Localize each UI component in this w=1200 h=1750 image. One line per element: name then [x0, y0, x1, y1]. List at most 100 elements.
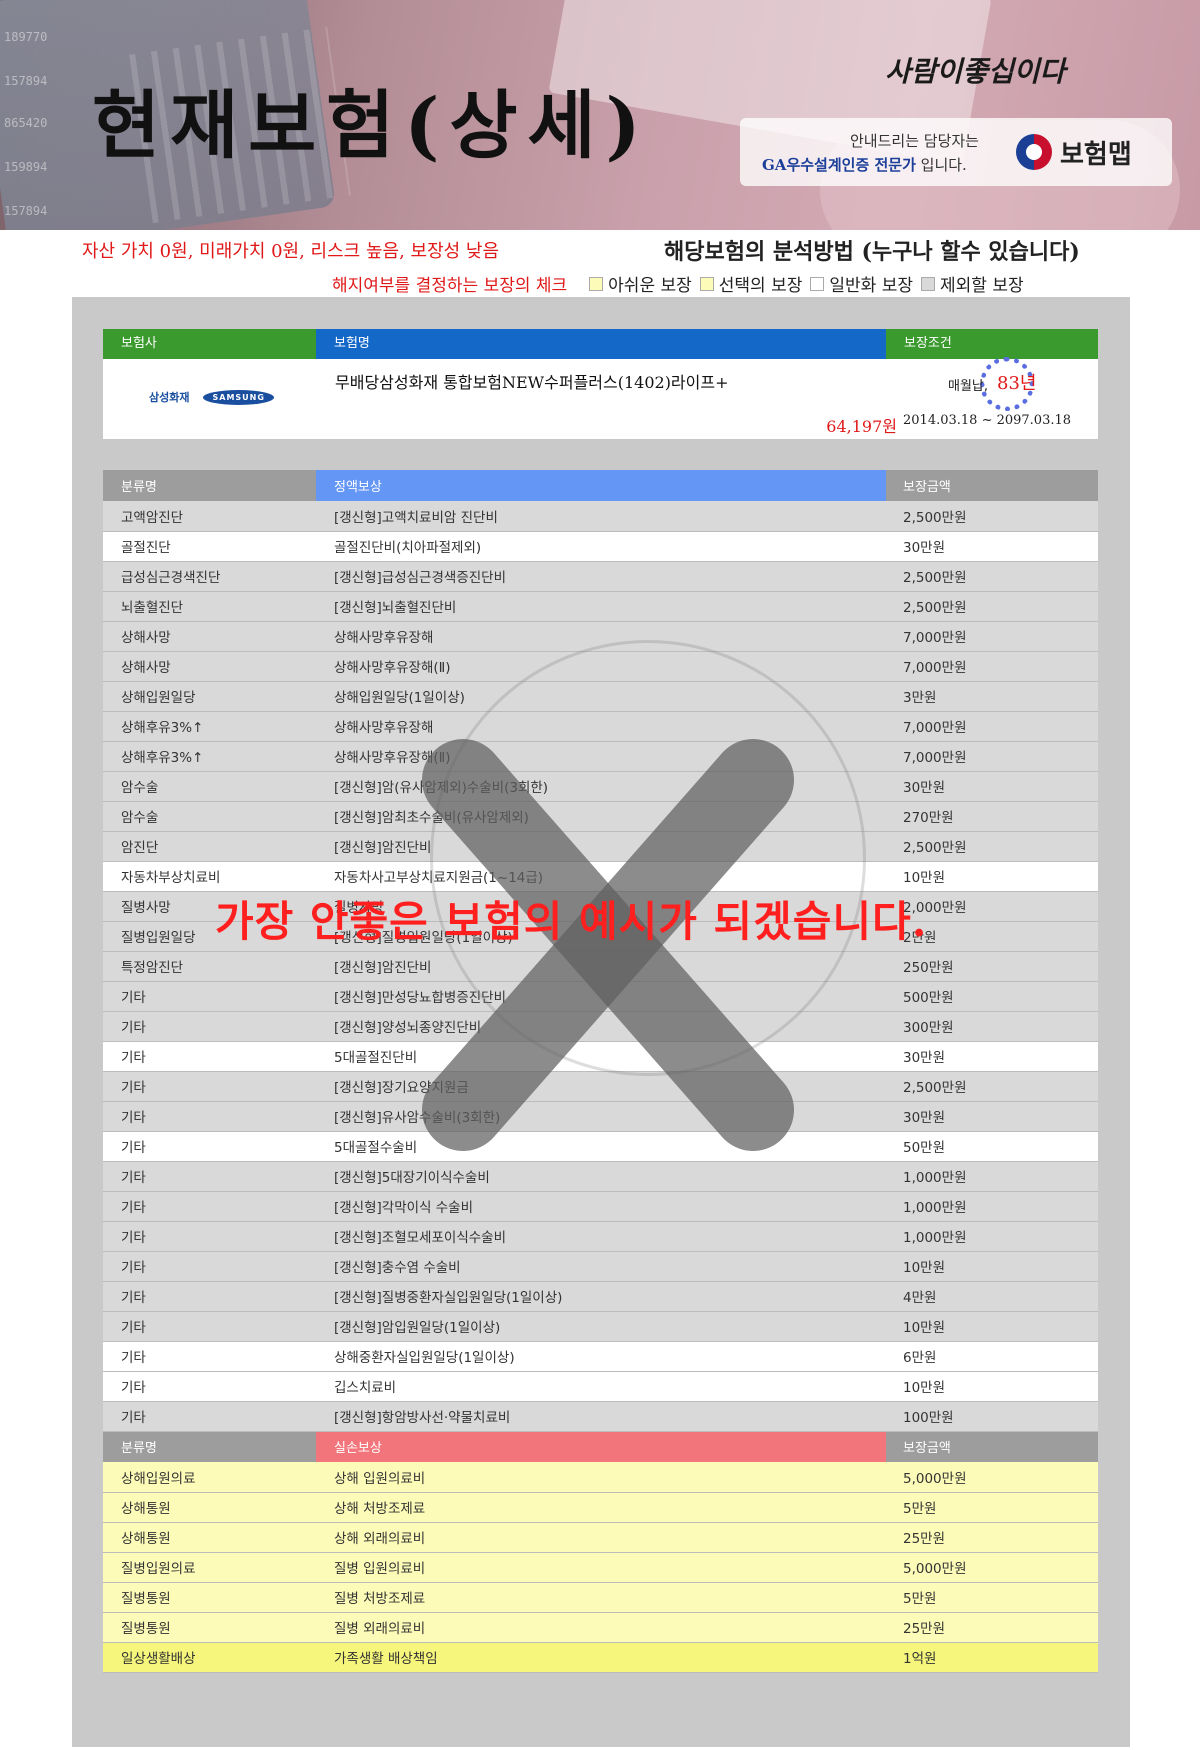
amount-cell: 10만원 — [886, 1311, 1098, 1342]
category-cell: 골절진단 — [103, 531, 316, 562]
amount-cell: 10만원 — [886, 1371, 1098, 1402]
table-row: 특정암진단 [갱신형]암진단비 250만원 — [103, 951, 1098, 982]
amount-cell: 25만원 — [886, 1522, 1098, 1553]
name-cell: [갱신형]유사암수술비(3회한) — [316, 1101, 886, 1132]
table-row: 암수술 [갱신형]암최초수술비(유사암제외) 270만원 — [103, 801, 1098, 832]
name-cell: 상해 외래의료비 — [316, 1522, 886, 1553]
amount-cell: 10만원 — [886, 861, 1098, 892]
table-row: 기타 상해중환자실입원일당(1일이상) 6만원 — [103, 1341, 1098, 1372]
amount-cell: 보장금액 — [886, 470, 1098, 501]
category-cell: 기타 — [103, 1011, 316, 1042]
name-cell: 상해 입원의료비 — [316, 1462, 886, 1493]
table-row: 고액암진단 [갱신형]고액치료비암 진단비 2,500만원 — [103, 501, 1098, 532]
amount-cell: 2,500만원 — [886, 591, 1098, 622]
table-row: 급성심근경색진단 [갱신형]급성심근경색증진단비 2,500만원 — [103, 561, 1098, 592]
bg-tick: 157894 — [4, 74, 48, 88]
name-cell: 정액보상 — [316, 470, 886, 501]
insurer-header: 보험사 — [103, 329, 316, 359]
legend-swatch-icon — [699, 276, 714, 291]
amount-cell: 4만원 — [886, 1281, 1098, 1312]
table-row: 기타 [갱신형]항암방사선·약물치료비 100만원 — [103, 1401, 1098, 1432]
table-row: 상해통원 상해 처방조제료 5만원 — [103, 1492, 1098, 1523]
brand-name: 보험맵 — [1060, 140, 1132, 170]
category-cell: 암진단 — [103, 831, 316, 862]
slogan: 사람이좋십이다 — [885, 55, 1066, 88]
category-cell: 기타 — [103, 1041, 316, 1072]
table-row: 기타 5대골절진단비 30만원 — [103, 1041, 1098, 1072]
category-cell: 암수술 — [103, 801, 316, 832]
name-cell: 상해사망후유장해 — [316, 621, 886, 652]
table-row: 기타 [갱신형]조혈모세포이식수술비 1,000만원 — [103, 1221, 1098, 1252]
table-row: 상해사망 상해사망후유장해 7,000만원 — [103, 621, 1098, 652]
category-cell: 기타 — [103, 1101, 316, 1132]
product-name: 무배당삼성화재 통합보험NEW수퍼플러스(1402)라이프+ — [335, 373, 729, 392]
category-cell: 고액암진단 — [103, 501, 316, 532]
table-header-row: 분류명 정액보상 보장금액 — [103, 470, 1098, 501]
name-cell: 질병 처방조제료 — [316, 1582, 886, 1613]
table-row: 기타 [갱신형]암입원일당(1일이상) 10만원 — [103, 1311, 1098, 1342]
category-cell: 분류명 — [103, 1431, 316, 1462]
name-cell: [갱신형]암입원일당(1일이상) — [316, 1311, 886, 1342]
category-cell: 상해후유3%↑ — [103, 711, 316, 742]
category-cell: 기타 — [103, 1221, 316, 1252]
page-title: 현재보험(상세) — [92, 83, 651, 169]
bg-tick: 159894 — [4, 160, 48, 174]
name-cell: [갱신형]뇌출혈진단비 — [316, 591, 886, 622]
table-row: 기타 깁스치료비 10만원 — [103, 1371, 1098, 1402]
category-cell: 기타 — [103, 1161, 316, 1192]
header-banner: 189770 157894 865420 159894 157894 현재보험(… — [0, 0, 1200, 230]
amount-cell: 50만원 — [886, 1131, 1098, 1162]
table-row: 기타 [갱신형]만성당뇨합병증진단비 500만원 — [103, 981, 1098, 1012]
table-row: 상해입원일당 상해입원일당(1일이상) 3만원 — [103, 681, 1098, 712]
policy-info: 보험사 보험명 보장조건 삼성화재 SAMSUNG 무배당삼성화재 통합보험NE… — [103, 329, 1098, 439]
amount-cell: 1억원 — [886, 1642, 1098, 1673]
insurer-logo: 삼성화재 SAMSUNG — [149, 389, 274, 405]
name-cell: 상해 처방조제료 — [316, 1492, 886, 1523]
table-row: 자동차부상치료비 자동차사고부상치료지원금(1~14급) 10만원 — [103, 861, 1098, 892]
table-row: 상해후유3%↑ 상해사망후유장해(Ⅱ) 7,000만원 — [103, 741, 1098, 772]
agent-line2: GA우수설계인증 전문가 입니다. — [762, 154, 967, 175]
name-cell: [갱신형]항암방사선·약물치료비 — [316, 1401, 886, 1432]
amount-cell: 10만원 — [886, 1251, 1098, 1282]
category-cell: 암수술 — [103, 771, 316, 802]
amount-cell: 5,000만원 — [886, 1462, 1098, 1493]
table-row: 상해통원 상해 외래의료비 25만원 — [103, 1522, 1098, 1553]
amount-cell: 5,000만원 — [886, 1552, 1098, 1583]
legend: 해지여부를 결정하는 보장의 체크 아쉬운 보장 선택의 보장 일반화 보장 제… — [332, 271, 1024, 296]
name-cell: 상해사망후유장해 — [316, 711, 886, 742]
amount-cell: 5만원 — [886, 1492, 1098, 1523]
amount-cell: 30만원 — [886, 1101, 1098, 1132]
bg-tick: 157894 — [4, 204, 48, 218]
bg-tick: 189770 — [4, 30, 48, 44]
amount-cell: 1,000만원 — [886, 1161, 1098, 1192]
name-cell: 깁스치료비 — [316, 1371, 886, 1402]
name-cell: [갱신형]고액치료비암 진단비 — [316, 501, 886, 532]
amount-cell: 30만원 — [886, 531, 1098, 562]
category-cell: 상해입원일당 — [103, 681, 316, 712]
table-header-row: 분류명 실손보상 보장금액 — [103, 1431, 1098, 1462]
amount-cell: 100만원 — [886, 1401, 1098, 1432]
category-cell: 질병통원 — [103, 1612, 316, 1643]
category-cell: 기타 — [103, 1311, 316, 1342]
name-cell: [갱신형]암최초수술비(유사암제외) — [316, 801, 886, 832]
legend-label: 일반화 보장 — [829, 276, 913, 296]
amount-cell: 250만원 — [886, 951, 1098, 982]
amount-cell: 6만원 — [886, 1341, 1098, 1372]
table-row: 질병입원의료 질병 입원의료비 5,000만원 — [103, 1552, 1098, 1583]
amount-cell: 3만원 — [886, 681, 1098, 712]
legend-label: 선택의 보장 — [718, 276, 803, 296]
name-cell: [갱신형]충수염 수술비 — [316, 1251, 886, 1282]
name-cell: [갱신형]암진단비 — [316, 831, 886, 862]
table-row: 기타 [갱신형]5대장기이식수술비 1,000만원 — [103, 1161, 1098, 1192]
amount-cell: 7,000만원 — [886, 651, 1098, 682]
method-title: 해당보험의 분석방법 (누구나 할수 있습니다) — [664, 239, 1080, 265]
category-cell: 질병사망 — [103, 891, 316, 922]
name-cell: 상해사망후유장해(Ⅱ) — [316, 741, 886, 772]
pay-label: 매월납, — [948, 379, 989, 394]
name-cell: [갱신형]조혈모세포이식수술비 — [316, 1221, 886, 1252]
category-cell: 뇌출혈진단 — [103, 591, 316, 622]
table-row: 기타 [갱신형]양성뇌종양진단비 300만원 — [103, 1011, 1098, 1042]
category-cell: 질병통원 — [103, 1582, 316, 1613]
name-cell: 자동차사고부상치료지원금(1~14급) — [316, 861, 886, 892]
legend-swatch-icon — [921, 276, 935, 291]
